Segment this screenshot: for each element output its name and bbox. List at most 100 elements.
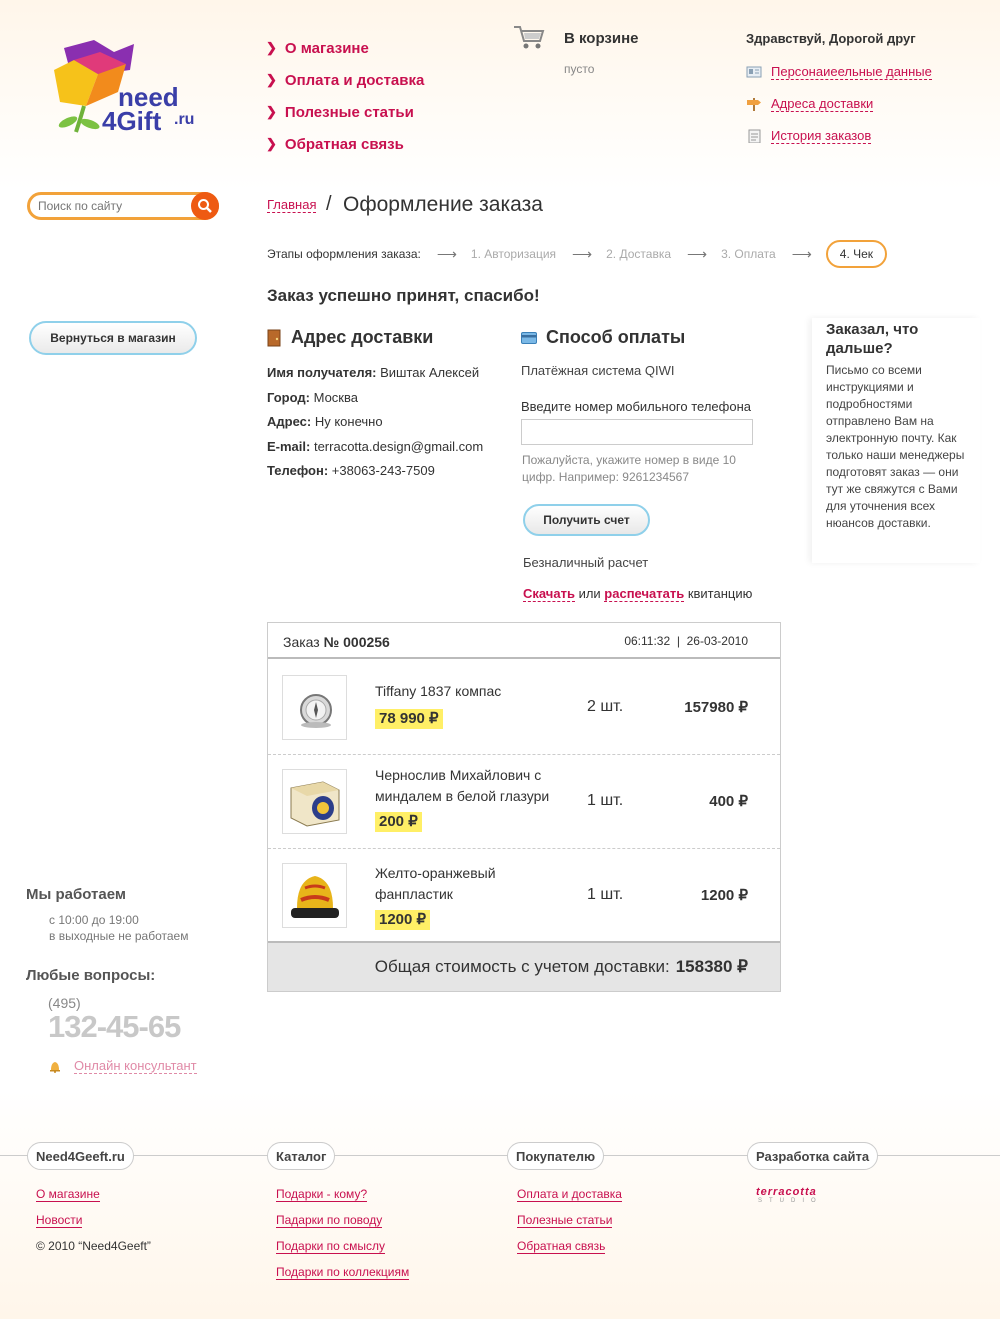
user-link-order-history[interactable]: История заказов bbox=[746, 120, 932, 152]
footer-col-site: О магазине Новости © 2010 “Need4Geeft” bbox=[36, 1181, 151, 1259]
product-image-funplastic[interactable] bbox=[282, 863, 347, 928]
footer-link-articles[interactable]: Полезные статьи bbox=[517, 1213, 613, 1228]
copyright: © 2010 “Need4Geeft” bbox=[36, 1239, 151, 1253]
address-title-text: Адрес доставки bbox=[291, 327, 434, 347]
order-item-row: Чернослив Михайлович с миндалем в белой … bbox=[268, 755, 780, 849]
next-steps-text: Письмо со всеми инструкциями и подробнос… bbox=[826, 363, 965, 530]
working-hours-title: Мы работаем bbox=[26, 886, 126, 903]
chevron-right-icon: ❯ bbox=[266, 136, 277, 151]
phone-hint: Пожалуйста, укажите номер в виде 10 цифр… bbox=[522, 453, 736, 484]
footer-link-about[interactable]: О магазине bbox=[36, 1187, 100, 1202]
step-receipt-active: 4. Чек bbox=[825, 240, 888, 268]
arrow-right-icon: ⟶ bbox=[572, 245, 592, 262]
order-header: Заказ № 000256 06:11:32 | 26-03-2010 bbox=[268, 623, 780, 659]
product-image-compass[interactable] bbox=[282, 675, 347, 740]
print-link[interactable]: распечатать bbox=[604, 586, 685, 602]
footer-col-buyer: Оплата и доставка Полезные статьи Обратн… bbox=[517, 1181, 622, 1259]
footer-link-payment-delivery[interactable]: Оплата и доставка bbox=[517, 1187, 622, 1202]
address-section-title: Адрес доставки bbox=[267, 327, 433, 348]
product-price: 200 ₽ bbox=[375, 812, 422, 832]
developer-brand-sub: STUDIO bbox=[758, 1198, 823, 1204]
search-input[interactable] bbox=[30, 199, 180, 213]
checkout-steps: Этапы оформления заказа: ⟶ 1. Авторизаци… bbox=[267, 240, 975, 268]
site-search bbox=[27, 192, 219, 220]
signpost-icon bbox=[746, 97, 762, 111]
site-logo[interactable]: need 4Gift .ru bbox=[34, 30, 214, 140]
nav-item-articles[interactable]: ❯ Полезные статьи bbox=[266, 96, 424, 128]
footer-link-gifts-meaning[interactable]: Подарки по смыслу bbox=[276, 1239, 386, 1254]
main-nav: ❯ О магазине ❯ Оплата и доставка ❯ Полезные… bbox=[266, 32, 424, 160]
nav-item-label: Полезные статьи bbox=[284, 103, 414, 121]
user-link-label[interactable]: История заказов bbox=[771, 128, 872, 144]
user-link-delivery-addresses[interactable]: Адреса доставки bbox=[746, 88, 932, 120]
arrow-right-icon: ⟶ bbox=[791, 245, 812, 262]
order-item-row: Желто-оранжевый фанпластик 1200 ₽ 1 шт. … bbox=[268, 849, 780, 943]
footer-link-gifts-collections[interactable]: Подарки по коллекциям bbox=[276, 1265, 410, 1280]
credit-card-icon bbox=[521, 331, 537, 345]
user-link-label[interactable]: Персонаиеельные данные bbox=[771, 64, 932, 80]
nav-item-payment-delivery[interactable]: ❯ Оплата и доставка bbox=[266, 64, 424, 96]
search-button[interactable] bbox=[191, 192, 219, 220]
next-steps-title: Заказал, что дальше? bbox=[826, 321, 919, 357]
mobile-phone-input[interactable] bbox=[521, 419, 753, 445]
user-link-label[interactable]: Адреса доставки bbox=[771, 96, 874, 112]
chevron-right-icon: ❯ bbox=[266, 40, 277, 55]
phone-field-label: Введите номер мобильного телефона bbox=[521, 399, 751, 414]
footer-link-gifts-whom[interactable]: Подарки - кому? bbox=[276, 1187, 368, 1202]
product-quantity: 2 шт. bbox=[587, 698, 624, 715]
order-summary: Заказ № 000256 06:11:32 | 26-03-2010 Tif… bbox=[267, 622, 781, 992]
arrow-right-icon: ⟶ bbox=[436, 245, 457, 262]
payment-system: Платёжная система QIWI bbox=[521, 363, 675, 378]
page-title: Оформление заказа bbox=[343, 193, 543, 216]
door-icon bbox=[267, 329, 281, 347]
order-number: Заказ № 000256 bbox=[283, 634, 390, 650]
user-menu: Персонаиеельные данные Адреса доставки И… bbox=[746, 56, 932, 152]
nav-item-about[interactable]: ❯ О магазине bbox=[266, 32, 424, 64]
nav-item-label: Оплата и доставка bbox=[284, 71, 425, 89]
product-name[interactable]: Tiffany 1837 компас bbox=[375, 681, 570, 702]
footer-link-news[interactable]: Новости bbox=[36, 1213, 83, 1228]
address-row-name: Имя получателя: Виштак Алексей bbox=[267, 365, 480, 380]
order-total: Общая стоимость с учетом доставки: 15838… bbox=[268, 941, 780, 991]
breadcrumb-separator: / bbox=[326, 193, 332, 215]
product-name[interactable]: Желто-оранжевый фанпластик bbox=[375, 863, 570, 905]
product-image-prunes[interactable] bbox=[282, 769, 347, 834]
steps-label: Этапы оформления заказа: bbox=[267, 247, 421, 261]
weekend-hours: в выходные не работаем bbox=[49, 929, 189, 943]
cart-title[interactable]: В корзине bbox=[564, 30, 639, 47]
product-name[interactable]: Чернослив Михайлович с миндалем в белой … bbox=[375, 765, 570, 807]
or-text: или bbox=[578, 586, 601, 601]
arrow-right-icon: ⟶ bbox=[687, 245, 707, 262]
download-link[interactable]: Скачать bbox=[523, 586, 575, 602]
nav-item-feedback[interactable]: ❯ Обратная связь bbox=[266, 128, 424, 160]
footer-link-feedback[interactable]: Обратная связь bbox=[517, 1239, 606, 1254]
id-card-icon bbox=[746, 65, 762, 79]
breadcrumb-home-link[interactable]: Главная bbox=[267, 197, 317, 213]
chevron-right-icon: ❯ bbox=[266, 104, 277, 119]
order-datetime: 06:11:32 | 26-03-2010 bbox=[624, 634, 748, 648]
search-icon bbox=[198, 199, 212, 213]
footer-title-buyer: Покупателю bbox=[507, 1142, 605, 1170]
developer-logo[interactable]: terracotta STUDIO bbox=[756, 1186, 823, 1204]
footer-link-gifts-occasion[interactable]: Падарки по поводу bbox=[276, 1213, 383, 1228]
user-greeting: Здравствуй, Дорогой друг bbox=[746, 31, 916, 46]
footer-title-catalog: Каталог bbox=[267, 1142, 336, 1170]
chevron-right-icon: ❯ bbox=[266, 72, 277, 87]
cart-icon[interactable] bbox=[512, 24, 546, 50]
user-link-personal-data[interactable]: Персонаиеельные данные bbox=[746, 56, 932, 88]
online-consultant: Онлайн консультант bbox=[48, 1058, 197, 1074]
working-hours: с 10:00 до 19:00 bbox=[49, 913, 139, 927]
get-invoice-button[interactable]: Получить счет bbox=[523, 504, 650, 536]
total-value: 158380 ₽ bbox=[675, 957, 748, 976]
product-sum: 1200 ₽ bbox=[700, 887, 748, 904]
payment-section-title: Способ оплаты bbox=[521, 327, 685, 348]
svg-text:4Gift: 4Gift bbox=[102, 106, 162, 136]
payment-title-text: Способ оплаты bbox=[546, 327, 686, 347]
address-row-phone: Телефон: +38063-243-7509 bbox=[267, 463, 435, 478]
step-delivery: 2. Доставка bbox=[606, 247, 671, 261]
footer-title-site: Need4Geeft.ru bbox=[27, 1142, 134, 1170]
back-to-shop-button[interactable]: Вернуться в магазин bbox=[29, 321, 197, 355]
online-consultant-link[interactable]: Онлайн консультант bbox=[74, 1058, 197, 1074]
order-item-row: Tiffany 1837 компас 78 990 ₽ 2 шт. 15798… bbox=[268, 661, 780, 755]
questions-title: Любые вопросы: bbox=[26, 967, 156, 984]
